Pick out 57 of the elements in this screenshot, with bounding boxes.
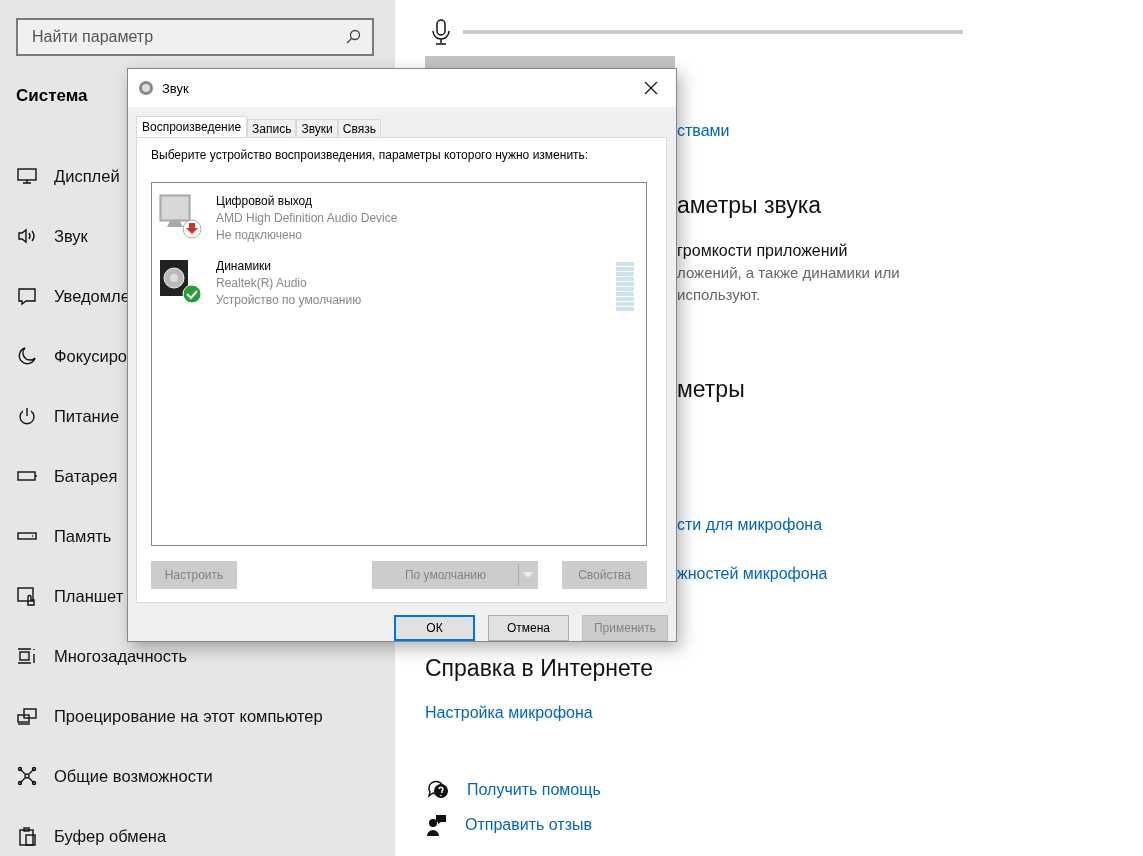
clipboard-icon <box>16 825 38 847</box>
dialog-title: Звук <box>162 80 190 96</box>
section-title: Система <box>16 86 88 107</box>
help-link[interactable]: Настройка микрофона <box>425 704 593 722</box>
tab[interactable]: Связь <box>337 119 381 137</box>
nav-item[interactable]: Общие возможности <box>54 766 213 786</box>
monitor-icon <box>158 193 204 239</box>
monitor-icon <box>16 165 38 187</box>
setting-description: используют. <box>677 286 762 305</box>
setting-title: громкости приложений <box>677 242 849 261</box>
tab[interactable]: Воспроизведение <box>136 116 248 137</box>
nav-item[interactable]: Уведомле <box>54 286 130 306</box>
multitasking-icon <box>16 645 38 667</box>
nav-item[interactable]: Фокусиро <box>54 346 127 366</box>
nav-item[interactable]: Планшет <box>54 586 124 606</box>
tablet-icon <box>16 585 38 607</box>
settings-link[interactable]: ствами <box>677 122 1143 146</box>
feedback-icon <box>427 814 447 836</box>
microphone-icon <box>431 19 451 45</box>
caret-icon <box>523 572 533 578</box>
instruction-text: Выберите устройство воспроизведения, параметры которого нужно изменить: <box>151 148 590 162</box>
moon-icon <box>16 345 38 367</box>
device-driver: AMD High Definition Audio Device <box>216 210 398 227</box>
action-link[interactable]: Получить помощь <box>467 781 601 799</box>
device-status: Не подключено <box>216 227 303 244</box>
action-link[interactable]: Отправить отзыв <box>465 816 592 834</box>
device-status: Устройство по умолчанию <box>216 292 362 309</box>
network-icon <box>16 765 38 787</box>
search-icon <box>345 29 361 45</box>
nav-item[interactable]: Память <box>54 526 112 546</box>
power-icon <box>16 405 38 427</box>
nav-item[interactable]: Батарея <box>54 466 118 486</box>
projector-icon <box>16 705 38 727</box>
section-heading: метры <box>677 376 746 404</box>
nav-item[interactable]: Звук <box>54 226 88 246</box>
tab[interactable]: Запись <box>247 119 297 137</box>
section-heading: аметры звука <box>677 192 822 220</box>
section-heading: Справка в Интернете <box>425 655 655 682</box>
setting-description: ложений, а также динамики или <box>677 264 901 283</box>
speech-bubble-icon <box>16 285 38 307</box>
nav-item[interactable]: Дисплей <box>54 166 120 186</box>
level-meter <box>616 262 634 311</box>
nav-item[interactable]: Многозадачность <box>54 646 188 666</box>
close-icon <box>644 81 658 95</box>
nav-item[interactable]: Буфер обмена <box>54 826 167 846</box>
settings-link[interactable]: жностей микрофона <box>677 565 1143 589</box>
nav-item[interactable]: Проецирование на этот компьютер <box>54 706 323 726</box>
dialog-button[interactable]: Отмена <box>488 615 569 641</box>
device-driver: Realtek(R) Audio <box>216 275 308 292</box>
search-field[interactable]: Найти параметр <box>16 18 374 56</box>
dialog-button[interactable]: ОК <box>394 615 475 641</box>
nav-item[interactable]: Питание <box>54 406 120 426</box>
help-bubble-icon <box>427 780 449 800</box>
settings-link[interactable]: сти для микрофона <box>677 516 1143 540</box>
tab[interactable]: Звуки <box>296 119 338 137</box>
device-name[interactable]: Цифровой выход <box>216 193 398 210</box>
device-name[interactable]: Динамики <box>216 258 362 275</box>
